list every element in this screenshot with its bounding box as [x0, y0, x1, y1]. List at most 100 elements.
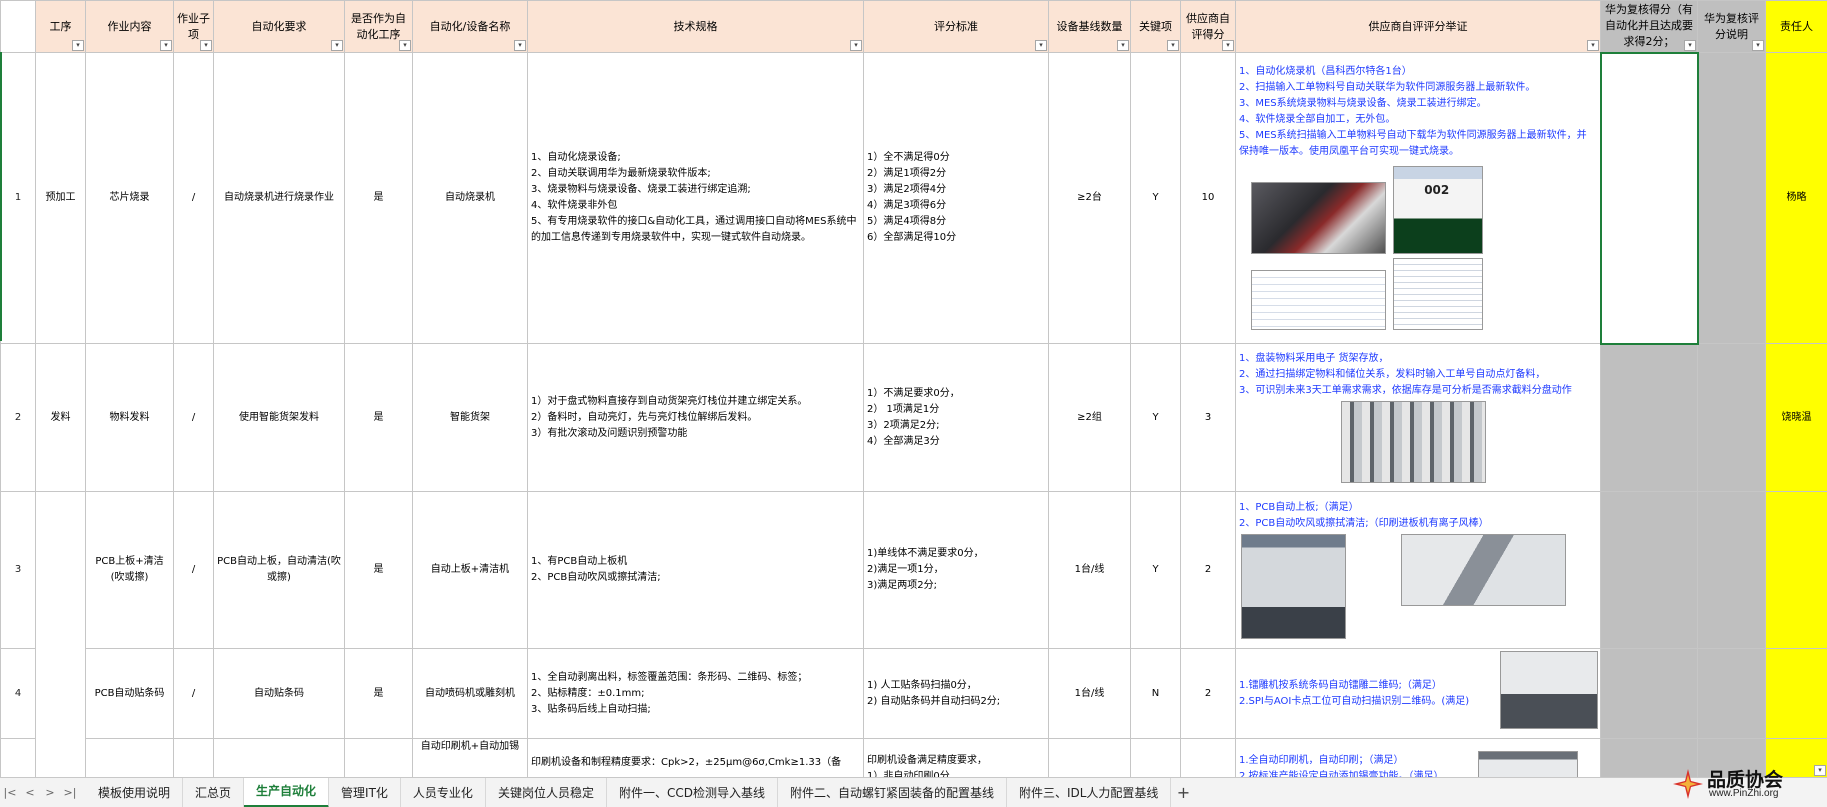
tab-management-it[interactable]: 管理IT化	[329, 777, 401, 807]
tab-template-guide[interactable]: 模板使用说明	[86, 777, 184, 807]
cell-equip[interactable]: 自动烧录机	[412, 52, 528, 344]
first-sheet-button[interactable]: |<	[0, 786, 20, 799]
cell-sub[interactable]: /	[173, 491, 214, 649]
prev-sheet-button[interactable]: <	[20, 786, 40, 799]
tab-staff-professional[interactable]: 人员专业化	[401, 777, 486, 807]
filter-button[interactable]: ▾	[160, 40, 172, 51]
cell-key[interactable]: N	[1130, 648, 1181, 739]
row-number[interactable]: 2	[0, 343, 36, 492]
col-header-baseline[interactable]: 设备基线数量 ▾	[1048, 0, 1131, 53]
row-number[interactable]: 1	[0, 52, 36, 344]
cell-evidence[interactable]: 1、盘装物料采用电子 货架存放， 2、通过扫描绑定物料和储位关系，发料时输入工单…	[1235, 343, 1601, 492]
filter-button[interactable]: ▾	[72, 40, 84, 51]
cell-owner[interactable]	[1765, 491, 1827, 649]
cell-is-auto[interactable]: 是	[344, 343, 413, 492]
col-header-hw-note[interactable]: 华为复核评分说明 ▾	[1697, 0, 1766, 53]
cell-baseline[interactable]: ≥2组	[1048, 343, 1131, 492]
col-header-supplier-score[interactable]: 供应商自评得分 ▾	[1180, 0, 1236, 53]
cell-work[interactable]: 物料发料	[85, 343, 174, 492]
filter-button[interactable]: ▾	[1587, 40, 1599, 51]
row-number[interactable]: 3	[0, 491, 36, 649]
software-screenshot[interactable]: 002	[1393, 166, 1484, 254]
filter-button[interactable]: ▾	[1167, 40, 1179, 51]
col-header-key[interactable]: 关键项 ▾	[1130, 0, 1181, 53]
col-header-score-std[interactable]: 评分标准 ▾	[863, 0, 1049, 53]
cell-hw-score[interactable]	[1600, 343, 1698, 492]
printer-photo[interactable]	[1478, 751, 1578, 777]
tab-appendix-2[interactable]: 附件二、自动螺钉紧固装备的配置基线	[778, 777, 1007, 807]
cell-evidence[interactable]: 1.镭雕机按系统条码自动镭雕二维码;（满足） 2.SPI与AOI卡点工位可自动扫…	[1235, 648, 1601, 739]
last-sheet-button[interactable]: >|	[60, 786, 80, 799]
laser-marker-photo[interactable]	[1500, 651, 1598, 729]
cell-owner[interactable]	[1765, 648, 1827, 739]
cleaner-photo[interactable]	[1401, 533, 1567, 606]
col-header-auto-req[interactable]: 自动化要求 ▾	[213, 0, 345, 53]
software-screenshot[interactable]	[1393, 258, 1484, 330]
cell-score-std[interactable]: 1）全不满足得0分 2）满足1项得2分 3）满足2项得4分 4）满足3项得6分 …	[863, 52, 1049, 344]
cell-hw-note[interactable]	[1697, 343, 1766, 492]
machine-photo[interactable]	[1251, 182, 1386, 254]
cell-auto-req[interactable]	[213, 738, 345, 777]
cell-evidence[interactable]: 1、PCB自动上板;（满足） 2、PCB自动吹风或擦拭清洁;（印刷进板机有离子风…	[1235, 491, 1601, 649]
corner-cell[interactable]: ▾	[0, 0, 1826, 776]
cell-supplier-score[interactable]: 3	[1180, 343, 1236, 492]
cell-is-auto[interactable]: 是	[344, 52, 413, 344]
tab-summary[interactable]: 汇总页	[183, 777, 245, 807]
col-header-sub[interactable]: 作业子项 ▾	[173, 0, 214, 53]
filter-button[interactable]: ▾	[1035, 40, 1047, 51]
filter-button[interactable]: ▾	[1117, 40, 1129, 51]
cell-baseline[interactable]: ≥2台	[1048, 52, 1131, 344]
col-header-hw-score[interactable]: 华为复核得分（有自动化并且达成要求得2分； ▾	[1600, 0, 1698, 53]
cell-score-std[interactable]: 印刷机设备满足精度要求， 1）非自动印刷0分	[863, 738, 1049, 777]
cell-is-auto[interactable]: 是	[344, 648, 413, 739]
cell-equip[interactable]: 自动上板+清洁机	[412, 491, 528, 649]
cell-spec[interactable]: 1、全自动剥离出料，标签覆盖范围：条形码、二维码、标签； 2、贴标精度：±0.1…	[527, 648, 864, 739]
cell-supplier-score[interactable]	[1180, 738, 1236, 777]
cell-spec[interactable]: 印刷机设备和制程精度要求：Cpk>2，±25μm@6σ,Cmk≥1.33（备	[527, 738, 864, 777]
cell-sub[interactable]	[173, 738, 214, 777]
row-number[interactable]	[0, 738, 36, 777]
cell-evidence[interactable]: 1、自动化烧录机（昌科西尔特各1台） 2、扫描输入工单物料号自动关联华为软件同源…	[1235, 52, 1601, 344]
cell-process[interactable]: 预加工	[35, 52, 86, 344]
tab-appendix-1[interactable]: 附件一、CCD检测导入基线	[607, 777, 778, 807]
cell-hw-note[interactable]	[1697, 52, 1766, 344]
filter-button[interactable]: ▾	[850, 40, 862, 51]
cell-key[interactable]: Y	[1130, 52, 1181, 344]
loader-photo[interactable]	[1241, 533, 1346, 639]
cell-is-auto[interactable]: 是	[344, 491, 413, 649]
cell-hw-score[interactable]	[1600, 648, 1698, 739]
cell-supplier-score[interactable]: 2	[1180, 491, 1236, 649]
filter-button[interactable]: ▾	[331, 40, 343, 51]
next-sheet-button[interactable]: >	[40, 786, 60, 799]
cell-process[interactable]: 发料	[35, 343, 86, 492]
filter-button[interactable]: ▾	[1752, 40, 1764, 51]
filter-button[interactable]: ▾	[514, 40, 526, 51]
cell-sub[interactable]: /	[173, 52, 214, 344]
cell-baseline[interactable]: 1台/线	[1048, 491, 1131, 649]
filter-button[interactable]: ▾	[1222, 40, 1234, 51]
cell-owner[interactable]: 杨略	[1765, 52, 1827, 344]
tab-production-automation[interactable]: 生产自动化	[244, 777, 330, 807]
cell-equip[interactable]: 智能货架	[412, 343, 528, 492]
software-screenshot[interactable]	[1251, 270, 1386, 330]
cell-sub[interactable]: /	[173, 648, 214, 739]
cell-hw-score-selected[interactable]: ▾	[1599, 51, 1699, 345]
cell-equip[interactable]: 自动印刷机+自动加锡	[412, 738, 528, 777]
cell-key[interactable]: Y	[1130, 343, 1181, 492]
cell-supplier-score[interactable]: 10	[1180, 52, 1236, 344]
cell-supplier-score[interactable]: 2	[1180, 648, 1236, 739]
col-header-evidence[interactable]: 供应商自评评分举证 ▾	[1235, 0, 1601, 53]
cell-spec[interactable]: 1）对于盘式物料直接存到自动货架亮灯栈位并建立绑定关系。 2）备料时，自动亮灯，…	[527, 343, 864, 492]
col-header-equip[interactable]: 自动化/设备名称 ▾	[412, 0, 528, 53]
filter-button[interactable]: ▾	[399, 40, 411, 51]
cell-baseline[interactable]	[1048, 738, 1131, 777]
cell-work[interactable]: PCB上板+清洁(吹或擦)	[85, 491, 174, 649]
tab-appendix-3[interactable]: 附件三、IDL人力配置基线	[1007, 777, 1172, 807]
cell-is-auto[interactable]	[344, 738, 413, 777]
col-header-is-auto[interactable]: 是否作为自动化工序 ▾	[344, 0, 413, 53]
cell-work[interactable]	[85, 738, 174, 777]
cell-auto-req[interactable]: 自动贴条码	[213, 648, 345, 739]
tab-key-staff-stability[interactable]: 关键岗位人员稳定	[486, 777, 607, 807]
cell-hw-score[interactable]	[1600, 491, 1698, 649]
cell-owner[interactable]: 饶晓温	[1765, 343, 1827, 492]
